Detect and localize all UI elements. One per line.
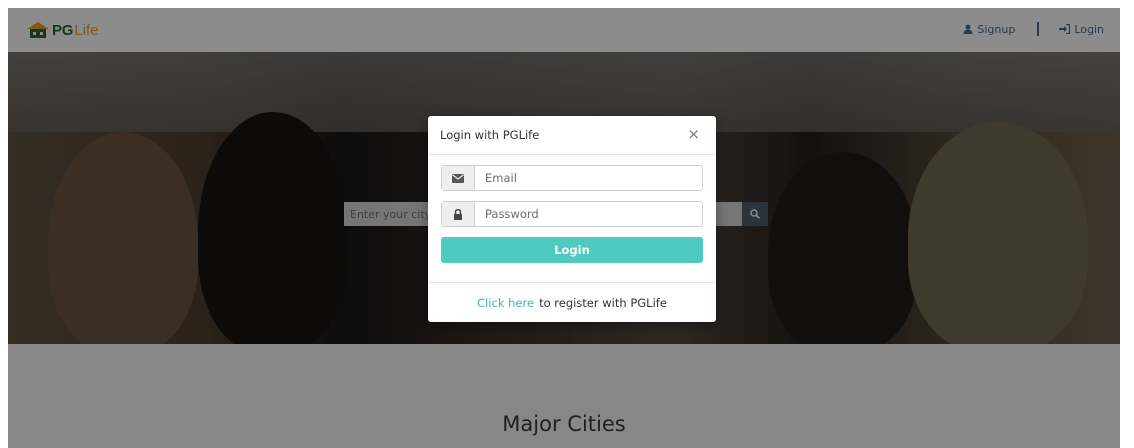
register-text: to register with PGLife [539, 296, 667, 310]
register-link[interactable]: Click here [477, 296, 534, 310]
email-input-group [441, 165, 703, 191]
browser-page: PG Life Signup Login Happy [8, 8, 1120, 448]
modal-title: Login with PGLife [440, 128, 540, 142]
envelope-icon [442, 166, 475, 190]
lock-icon [442, 202, 475, 226]
email-field[interactable] [475, 166, 702, 190]
close-button[interactable]: × [687, 126, 700, 142]
login-submit-button[interactable]: Login [441, 237, 703, 263]
modal-footer: Click here to register with PGLife [428, 282, 716, 323]
page-gutter [1120, 0, 1134, 448]
login-modal: Login with PGLife × Login Click here to … [428, 116, 716, 322]
password-input-group [441, 201, 703, 227]
password-field[interactable] [475, 202, 702, 226]
modal-header: Login with PGLife × [428, 116, 716, 155]
